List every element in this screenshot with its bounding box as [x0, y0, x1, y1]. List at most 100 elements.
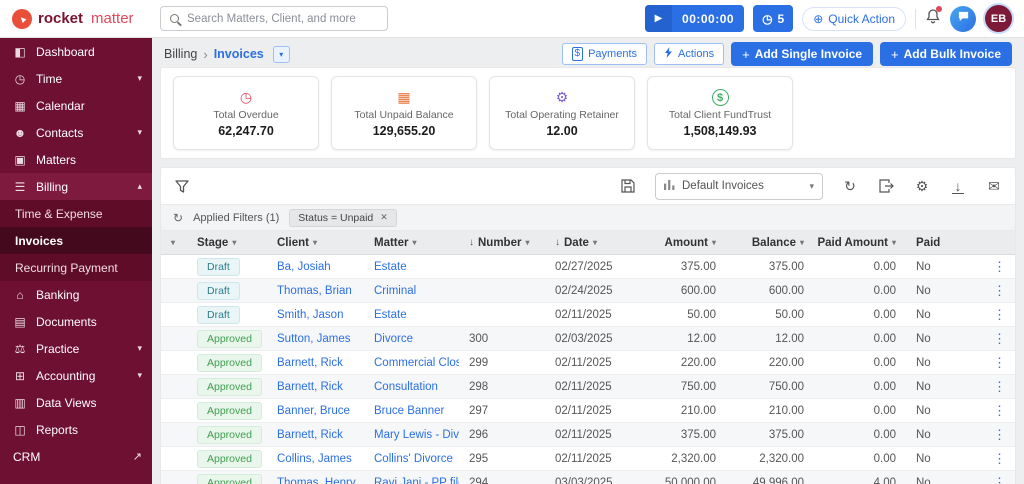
sidebar-item-contacts[interactable]: ☻ Contacts ▾ — [0, 119, 152, 146]
clear-filters-icon[interactable]: ↻ — [173, 211, 183, 225]
matter-link[interactable]: Mary Lewis - Divorce — [374, 429, 459, 441]
invoice-row[interactable]: Approved Barnett, Rick Commercial Closing 2… — [161, 351, 1015, 375]
sidebar-item-dashboard[interactable]: ◧ Dashboard — [0, 38, 152, 65]
payments-button[interactable]: $ Payments — [561, 43, 648, 65]
sidebar-item-data-views[interactable]: ▥ Data Views — [0, 389, 152, 416]
filter-funnel-icon[interactable] — [173, 177, 191, 195]
search-input[interactable] — [187, 12, 378, 25]
view-selector[interactable]: Default Invoices ▾ — [655, 172, 823, 200]
sidebar-item-recurring-payment[interactable]: Recurring Payment — [0, 254, 152, 281]
envelope-icon[interactable]: ✉ — [985, 177, 1003, 195]
column-header-number[interactable]: ↓ Number ▾ — [459, 231, 545, 254]
sidebar-item-invoices[interactable]: Invoices — [0, 227, 152, 254]
sidebar-item-banking[interactable]: ⌂ Banking — [0, 281, 152, 308]
column-header-date[interactable]: ↓ Date ▾ — [545, 231, 638, 254]
matter-link[interactable]: Criminal — [374, 285, 416, 297]
row-menu-button[interactable]: ⋮ — [993, 451, 1006, 467]
matter-link[interactable]: Ravi Jani - PP file — [374, 477, 459, 484]
sidebar-item-accounting[interactable]: ⊞ Accounting ▾ — [0, 362, 152, 389]
row-menu-button[interactable]: ⋮ — [993, 379, 1006, 395]
column-header-balance[interactable]: Balance ▾ — [726, 231, 814, 254]
sidebar-item-time[interactable]: ◷ Time ▾ — [0, 65, 152, 92]
sidebar-item-reports[interactable]: ◫ Reports — [0, 416, 152, 443]
matter-link[interactable]: Estate — [374, 309, 407, 321]
client-link[interactable]: Banner, Bruce — [277, 405, 350, 417]
client-link[interactable]: Barnett, Rick — [277, 429, 343, 441]
client-link[interactable]: Barnett, Rick — [277, 357, 343, 369]
add-bulk-invoice-button[interactable]: + Add Bulk Invoice — [880, 42, 1012, 66]
row-menu-button[interactable]: ⋮ — [993, 283, 1006, 299]
sidebar-item-documents[interactable]: ▤ Documents — [0, 308, 152, 335]
invoice-row[interactable]: Approved Collins, James Collins' Divorce 29… — [161, 447, 1015, 471]
row-menu-button[interactable]: ⋮ — [993, 307, 1006, 323]
chat-button[interactable] — [950, 5, 976, 32]
client-link[interactable]: Thomas, Henry — [277, 477, 356, 484]
notifications-button[interactable] — [925, 6, 942, 29]
date-value: 02/11/2025 — [555, 428, 612, 441]
column-header-client[interactable]: Client ▾ — [267, 231, 364, 254]
column-header-stage[interactable]: Stage ▾ — [187, 231, 267, 254]
client-link[interactable]: Sutton, James — [277, 333, 351, 345]
row-menu-button[interactable]: ⋮ — [993, 475, 1006, 484]
invoice-row[interactable]: Approved Banner, Bruce Bruce Banner 297 02/1… — [161, 399, 1015, 423]
download-icon[interactable]: ↓ — [949, 177, 967, 195]
row-expand-cell — [161, 399, 187, 422]
filter-chip[interactable]: Status = Unpaid ✕ — [289, 208, 397, 227]
column-header-paid-amount[interactable]: Paid Amount ▾ — [814, 231, 906, 254]
play-icon[interactable]: ▶ — [645, 5, 673, 32]
sidebar-subitem-label: Invoices — [15, 233, 64, 248]
row-menu-button[interactable]: ⋮ — [993, 331, 1006, 347]
breadcrumb-page[interactable]: Invoices — [214, 47, 264, 61]
sidebar-item-billing[interactable]: ☰ Billing ▴ — [0, 173, 152, 200]
sidebar-item-calendar[interactable]: ▦ Calendar — [0, 92, 152, 119]
invoice-row[interactable]: Draft Ba, Josiah Estate 02/27/2025 375.00 375… — [161, 255, 1015, 279]
row-menu-button[interactable]: ⋮ — [993, 355, 1006, 371]
timer-widget[interactable]: ▶ 00:00:00 — [645, 5, 745, 32]
invoice-row[interactable]: Draft Thomas, Brian Criminal 02/24/2025 600.… — [161, 279, 1015, 303]
actions-button[interactable]: Actions — [654, 43, 725, 65]
client-link[interactable]: Smith, Jason — [277, 309, 343, 321]
client-link[interactable]: Collins, James — [277, 453, 352, 465]
timers-count-button[interactable]: ◷ 5 — [753, 5, 794, 32]
gear-icon[interactable]: ⚙ — [913, 177, 931, 195]
matter-link[interactable]: Consultation — [374, 381, 438, 393]
column-header-expand[interactable]: ▾ — [161, 231, 187, 254]
matter-link[interactable]: Bruce Banner — [374, 405, 444, 417]
row-menu-button[interactable]: ⋮ — [993, 259, 1006, 275]
row-menu-button[interactable]: ⋮ — [993, 427, 1006, 443]
invoice-row[interactable]: Approved Sutton, James Divorce 300 02/03/202… — [161, 327, 1015, 351]
export-icon[interactable] — [877, 177, 895, 195]
close-icon[interactable]: ✕ — [380, 212, 388, 223]
matter-link[interactable]: Commercial Closing — [374, 357, 459, 369]
save-view-icon[interactable] — [619, 177, 637, 195]
quick-action-button[interactable]: ⊕ Quick Action — [802, 6, 906, 31]
invoice-row[interactable]: Approved Barnett, Rick Mary Lewis - Divorc… — [161, 423, 1015, 447]
column-header-paid[interactable]: Paid — [906, 231, 983, 254]
matter-link[interactable]: Collins' Divorce — [374, 453, 453, 465]
avatar[interactable]: EB — [985, 5, 1012, 32]
breadcrumb-section[interactable]: Billing — [164, 47, 197, 61]
sidebar-item-matters[interactable]: ▣ Matters — [0, 146, 152, 173]
sidebar-item-time-expense[interactable]: Time & Expense — [0, 200, 152, 227]
client-link[interactable]: Ba, Josiah — [277, 261, 331, 273]
sidebar-item-practice[interactable]: ⚖ Practice ▾ — [0, 335, 152, 362]
invoice-row[interactable]: Draft Smith, Jason Estate 02/11/2025 50.00 50… — [161, 303, 1015, 327]
paid-amount-cell: 0.00 — [814, 255, 906, 278]
column-header-matter[interactable]: Matter ▾ — [364, 231, 459, 254]
invoice-row[interactable]: Approved Thomas, Henry Ravi Jani - PP file… — [161, 471, 1015, 484]
invoice-row[interactable]: Approved Barnett, Rick Consultation 298 02/1… — [161, 375, 1015, 399]
matter-link[interactable]: Divorce — [374, 333, 413, 345]
row-menu-button[interactable]: ⋮ — [993, 403, 1006, 419]
matter-link[interactable]: Estate — [374, 261, 407, 273]
add-single-invoice-button[interactable]: + Add Single Invoice — [731, 42, 874, 66]
client-link[interactable]: Thomas, Brian — [277, 285, 352, 297]
refresh-icon[interactable]: ↻ — [841, 177, 859, 195]
sidebar-item-crm[interactable]: CRM ↗ — [0, 443, 152, 470]
number-cell — [459, 279, 545, 302]
client-link[interactable]: Barnett, Rick — [277, 381, 343, 393]
number-cell: 300 — [459, 327, 545, 350]
column-header-amount[interactable]: Amount ▾ — [638, 231, 726, 254]
global-search[interactable] — [160, 6, 388, 31]
paid-amount-value: 4.00 — [873, 476, 896, 484]
page-switcher-dropdown[interactable]: ▾ — [272, 45, 290, 63]
